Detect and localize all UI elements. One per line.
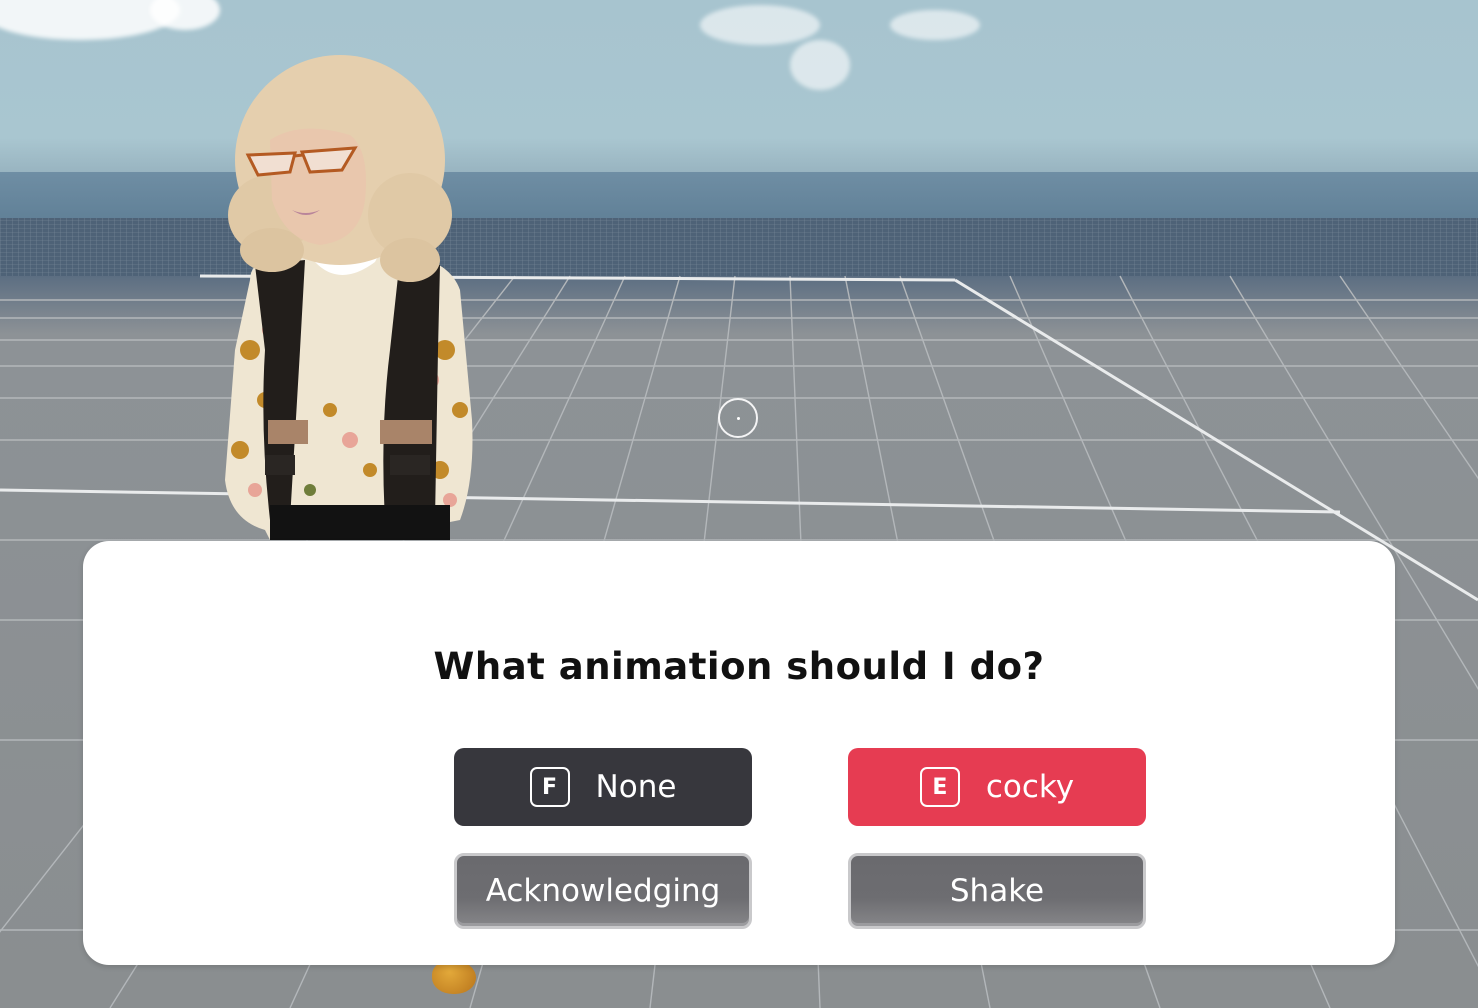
animation-choice-dialog: What animation should I do? F None E coc… [83, 541, 1395, 965]
option-acknowledging-button[interactable]: Acknowledging [454, 853, 752, 929]
key-e-badge: E [919, 767, 960, 807]
crosshair-icon [718, 398, 758, 438]
player-avatar[interactable] [210, 50, 510, 540]
dialog-question: What animation should I do? [433, 645, 1045, 688]
game-viewport[interactable]: What animation should I do? F None E coc… [0, 0, 1478, 1008]
option-label: Acknowledging [485, 873, 721, 909]
option-shake-button[interactable]: Shake [848, 853, 1146, 929]
key-f-badge: F [529, 767, 570, 807]
option-label: cocky [985, 769, 1075, 805]
avatar-foot [432, 960, 476, 994]
option-label: Shake [949, 873, 1045, 909]
option-cocky-button[interactable]: E cocky [848, 748, 1146, 826]
option-none-button[interactable]: F None [454, 748, 752, 826]
option-label: None [595, 769, 677, 805]
